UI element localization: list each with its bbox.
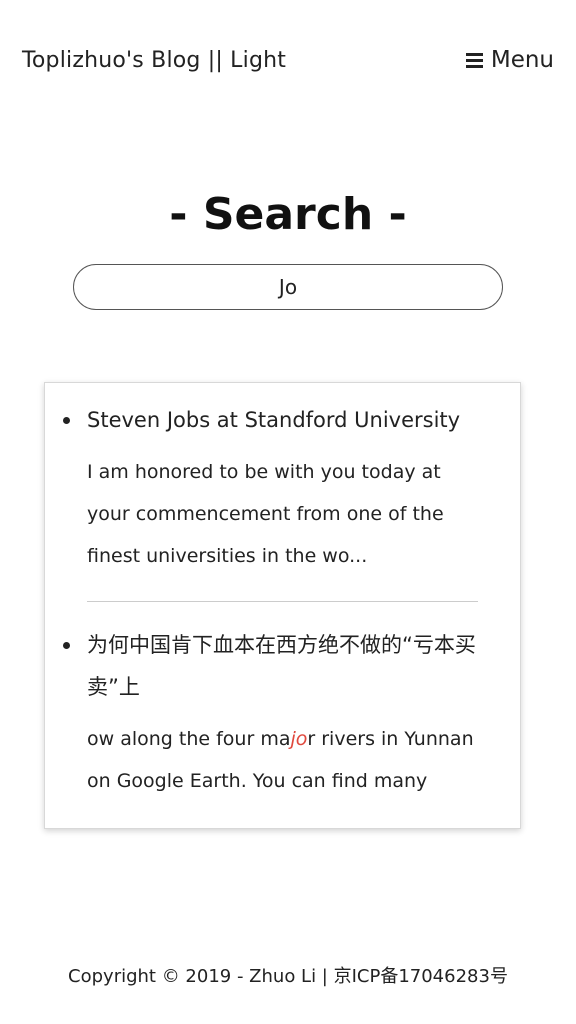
search-result-title-link[interactable]: Steven Jobs at Standford University — [87, 399, 478, 441]
result-divider — [87, 601, 478, 602]
search-results-list: Steven Jobs at Standford University I am… — [45, 383, 520, 802]
search-result-item: Steven Jobs at Standford University I am… — [45, 383, 520, 602]
page-title: - Search - — [169, 189, 407, 241]
search-result-title-link[interactable]: 为何中国肯下血本在西方绝不做的“亏本买卖”上 — [87, 624, 478, 708]
search-result-item: 为何中国肯下血本在西方绝不做的“亏本买卖”上 ow along the four… — [45, 624, 520, 802]
site-title-link[interactable]: Toplizhuo's Blog || Light — [22, 48, 286, 73]
menu-label: Menu — [490, 47, 554, 73]
menu-button[interactable]: Menu — [465, 47, 554, 73]
page: Toplizhuo's Blog || Light Menu - Search … — [0, 0, 576, 1024]
search-result-snippet: ow along the four major rivers in Yunnan… — [87, 718, 478, 802]
bullet-icon — [63, 417, 70, 424]
search-match-highlight: jo — [290, 728, 308, 750]
search-result-snippet: I am honored to be with you today at you… — [87, 461, 444, 567]
bullet-icon — [63, 642, 70, 649]
hamburger-icon — [465, 52, 483, 68]
search-box — [73, 264, 503, 310]
snippet-text-before: ow along the four ma — [87, 728, 291, 750]
search-results-panel: Steven Jobs at Standford University I am… — [44, 382, 521, 829]
search-input[interactable] — [73, 264, 503, 310]
site-footer: Copyright © 2019 - Zhuo Li | 京ICP备170462… — [68, 966, 508, 987]
site-header: Toplizhuo's Blog || Light Menu — [22, 44, 554, 76]
